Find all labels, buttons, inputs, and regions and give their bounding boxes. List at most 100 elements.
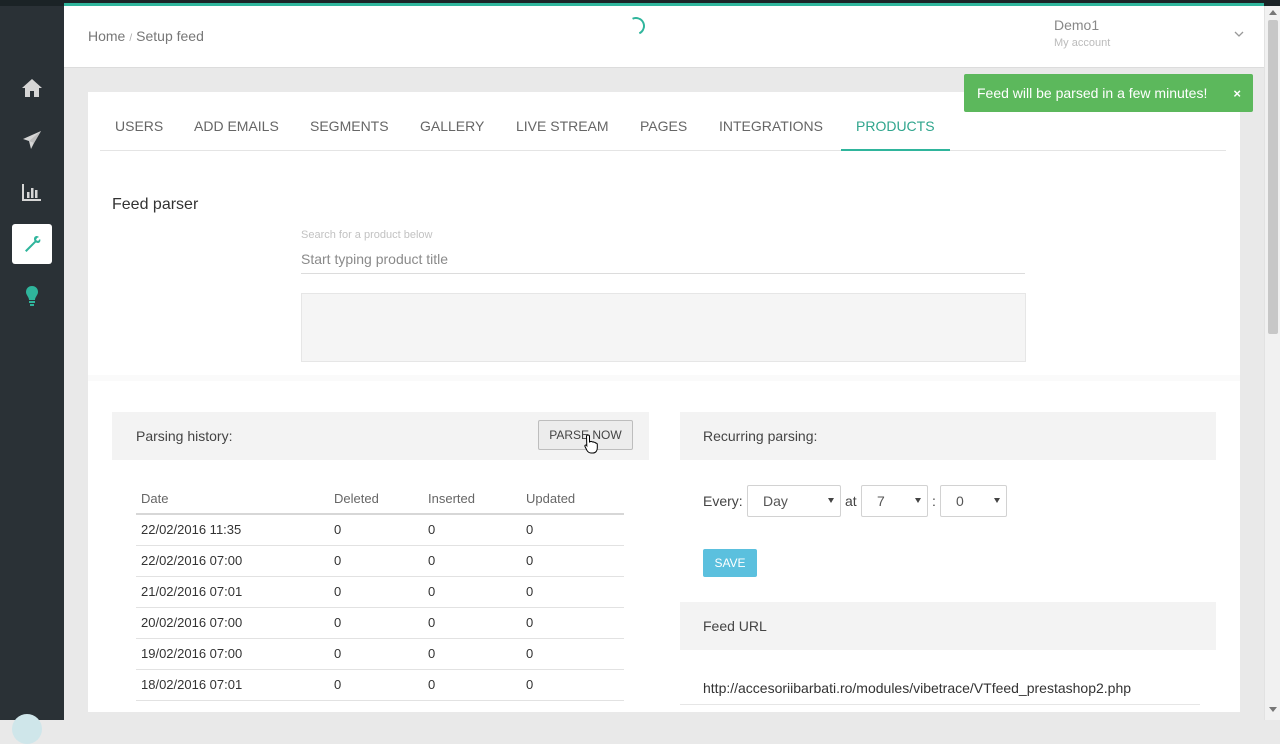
close-icon[interactable]: × bbox=[1233, 86, 1241, 101]
cell-date: 22/02/2016 07:00 bbox=[136, 545, 329, 577]
cell-date: 20/02/2016 07:00 bbox=[136, 607, 329, 639]
breadcrumb-home[interactable]: Home bbox=[88, 28, 125, 44]
tab-users[interactable]: USERS bbox=[100, 92, 178, 151]
cell-deleted: 0 bbox=[329, 669, 423, 701]
loading-spinner-icon bbox=[624, 14, 648, 38]
lightbulb-icon bbox=[26, 286, 38, 306]
scrollbar[interactable] bbox=[1264, 6, 1280, 720]
cell-inserted: 0 bbox=[423, 576, 521, 608]
cell-updated: 0 bbox=[521, 638, 624, 670]
chevron-down-icon bbox=[1234, 31, 1244, 37]
wrench-icon bbox=[25, 235, 41, 252]
tab-products[interactable]: PRODUCTS bbox=[841, 92, 950, 151]
cell-date: 22/02/2016 11:35 bbox=[136, 514, 329, 546]
cell-inserted: 0 bbox=[423, 638, 521, 670]
tab-segments[interactable]: SEGMENTS bbox=[295, 92, 404, 151]
cell-date: 21/02/2016 07:01 bbox=[136, 576, 329, 608]
hour-select[interactable]: 7 bbox=[861, 485, 928, 517]
caret-down-icon bbox=[828, 498, 834, 503]
cell-deleted: 0 bbox=[329, 545, 423, 577]
save-button[interactable]: SAVE bbox=[703, 549, 757, 577]
cell-deleted: 0 bbox=[329, 607, 423, 639]
table-row: 22/02/2016 11:35 0 0 0 bbox=[136, 514, 624, 546]
column-header: Date bbox=[136, 484, 329, 515]
bar-chart-icon bbox=[22, 184, 41, 201]
search-label: Search for a product below bbox=[301, 229, 433, 241]
cell-inserted: 0 bbox=[423, 545, 521, 577]
cell-inserted: 0 bbox=[423, 669, 521, 701]
cell-deleted: 0 bbox=[329, 576, 423, 608]
account-menu[interactable]: Demo1 My account bbox=[1054, 17, 1244, 49]
feed-url-header: Feed URL bbox=[680, 602, 1216, 650]
minute-select[interactable]: 0 bbox=[940, 485, 1007, 517]
toast-message: Feed will be parsed in a few minutes! bbox=[977, 85, 1208, 101]
column-header: Updated bbox=[521, 484, 624, 515]
tab-integrations[interactable]: INTEGRATIONS bbox=[704, 92, 838, 151]
header: Home / Setup feed Demo1 My account bbox=[64, 6, 1264, 68]
account-sub: My account bbox=[1054, 37, 1111, 49]
paper-plane-icon bbox=[23, 131, 41, 149]
main-panel: USERS ADD EMAILS SEGMENTS GALLERY LIVE S… bbox=[88, 92, 1240, 712]
caret-down-icon bbox=[915, 498, 921, 503]
tab-add-emails[interactable]: ADD EMAILS bbox=[179, 92, 294, 151]
notification-toast: Feed will be parsed in a few minutes! × bbox=[964, 74, 1253, 112]
sidebar bbox=[0, 6, 64, 744]
mouse-cursor-icon bbox=[584, 434, 598, 454]
cell-updated: 0 bbox=[521, 669, 624, 701]
column-header: Inserted bbox=[423, 484, 521, 515]
sidebar-item-setup[interactable] bbox=[12, 224, 52, 264]
cell-updated: 0 bbox=[521, 607, 624, 639]
avatar[interactable] bbox=[12, 714, 42, 744]
parsing-history-header: Parsing history: PARSE NOW bbox=[112, 412, 649, 460]
breadcrumb-separator: / bbox=[129, 33, 133, 44]
tab-gallery[interactable]: GALLERY bbox=[405, 92, 499, 151]
divider bbox=[88, 375, 1240, 381]
divider bbox=[680, 704, 1200, 705]
cell-deleted: 0 bbox=[329, 638, 423, 670]
table-row: 20/02/2016 07:00 0 0 0 bbox=[136, 607, 624, 639]
product-search-input[interactable] bbox=[301, 244, 1025, 274]
scroll-down-icon[interactable] bbox=[1269, 707, 1277, 712]
frequency-select[interactable]: Day bbox=[747, 485, 841, 517]
table-row: 22/02/2016 07:00 0 0 0 bbox=[136, 545, 624, 577]
every-label: Every: bbox=[703, 493, 743, 509]
caret-down-icon bbox=[994, 498, 1000, 503]
cell-updated: 0 bbox=[521, 545, 624, 577]
cell-inserted: 0 bbox=[423, 607, 521, 639]
frequency-value: Day bbox=[763, 493, 788, 509]
table-header-row: Date Deleted Inserted Updated bbox=[136, 484, 624, 515]
sidebar-item-ideas[interactable] bbox=[12, 276, 52, 316]
cell-deleted: 0 bbox=[329, 514, 423, 546]
table-row: 18/02/2016 07:01 0 0 0 bbox=[136, 669, 624, 701]
cell-date: 19/02/2016 07:00 bbox=[136, 638, 329, 670]
search-results-box bbox=[301, 293, 1026, 362]
cell-date: 18/02/2016 07:01 bbox=[136, 669, 329, 701]
home-icon bbox=[22, 79, 42, 97]
minute-value: 0 bbox=[956, 493, 964, 509]
tab-pages[interactable]: PAGES bbox=[625, 92, 702, 151]
scrollbar-thumb[interactable] bbox=[1268, 20, 1278, 334]
sidebar-item-campaigns[interactable] bbox=[12, 120, 52, 160]
table-row: 21/02/2016 07:01 0 0 0 bbox=[136, 576, 624, 608]
feed-url-value: http://accesoriibarbati.ro/modules/vibet… bbox=[703, 680, 1132, 696]
at-label: at bbox=[845, 493, 857, 509]
recurring-parsing-header: Recurring parsing: bbox=[680, 412, 1216, 460]
scroll-up-icon[interactable] bbox=[1269, 10, 1277, 15]
parsing-history-title: Parsing history: bbox=[136, 428, 233, 444]
feed-parser-title: Feed parser bbox=[112, 196, 199, 213]
table-row: 19/02/2016 07:00 0 0 0 bbox=[136, 638, 624, 670]
tab-live-stream[interactable]: LIVE STREAM bbox=[501, 92, 624, 151]
cell-inserted: 0 bbox=[423, 514, 521, 546]
colon-label: : bbox=[932, 493, 936, 509]
breadcrumb-current: Setup feed bbox=[136, 28, 204, 44]
breadcrumb: Home / Setup feed bbox=[88, 28, 204, 44]
cell-updated: 0 bbox=[521, 576, 624, 608]
column-header: Deleted bbox=[329, 484, 423, 515]
sidebar-item-reports[interactable] bbox=[12, 172, 52, 212]
cell-updated: 0 bbox=[521, 514, 624, 546]
recurring-parsing-title: Recurring parsing: bbox=[703, 428, 818, 444]
account-name: Demo1 bbox=[1054, 17, 1100, 33]
parsing-history-table: Date Deleted Inserted Updated 22/02/2016… bbox=[136, 484, 624, 701]
hour-value: 7 bbox=[877, 493, 885, 509]
sidebar-item-home[interactable] bbox=[12, 68, 52, 108]
